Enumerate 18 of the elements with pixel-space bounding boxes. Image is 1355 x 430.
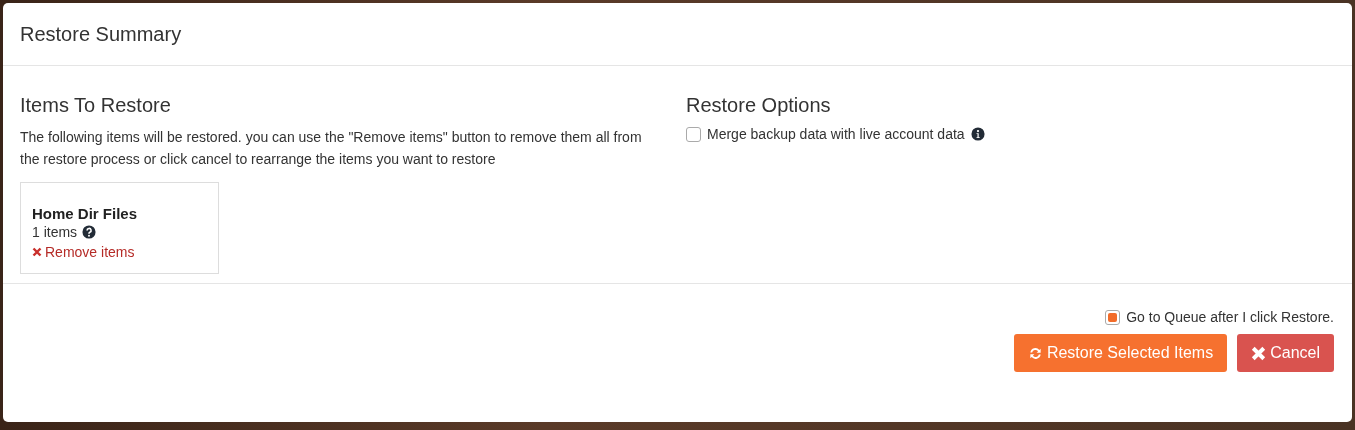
description-text: The following items will be restored. you can use the "Remove items" button to remove them all from the restore process or click cancel to rearrange the items you want to restore: [20, 128, 642, 169]
checkbox[interactable]: [686, 126, 701, 142]
remove-items-link[interactable]: Remove items: [32, 244, 135, 260]
info-icon[interactable]: [970, 127, 985, 141]
close-icon: [1251, 345, 1267, 361]
item-count: 1 items: [32, 224, 78, 240]
option-label: Go to Queue after I click Restore.: [1126, 309, 1334, 325]
item-name: Home Dir Files: [32, 205, 138, 222]
section-heading: Items To Restore: [20, 94, 171, 117]
restore-button[interactable]: Restore Selected Items: [1013, 334, 1228, 372]
help-icon[interactable]: [82, 225, 97, 239]
option-label: Merge backup data with live account data: [707, 126, 965, 142]
checkbox[interactable]: [1105, 309, 1121, 325]
dialog-title: Restore Summary: [20, 22, 182, 46]
section-heading: Restore Options: [686, 94, 831, 117]
close-icon: [32, 247, 42, 257]
refresh-icon: [1027, 345, 1043, 361]
cancel-button[interactable]: Cancel: [1237, 334, 1334, 372]
